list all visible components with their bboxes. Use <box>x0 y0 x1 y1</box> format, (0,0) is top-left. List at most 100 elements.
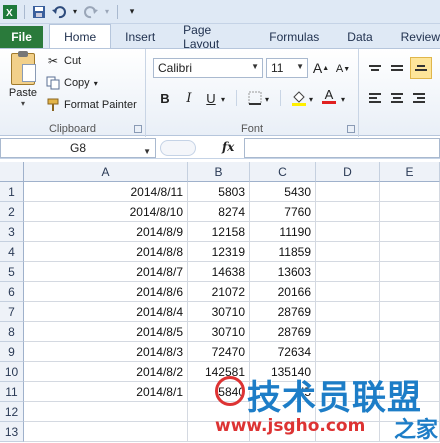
font-color-dropdown-icon[interactable]: ▾ <box>338 90 348 108</box>
cell-e[interactable] <box>380 322 440 342</box>
cell-a[interactable]: 2014/8/1 <box>24 382 188 402</box>
borders-dropdown-icon[interactable]: ▾ <box>262 90 272 108</box>
cell-d[interactable] <box>316 202 380 222</box>
cell-c[interactable]: 11190 <box>250 222 316 242</box>
cell-c[interactable]: 20166 <box>250 282 316 302</box>
align-right-button[interactable] <box>410 89 428 107</box>
column-header-a[interactable]: A <box>24 162 188 182</box>
cell-b[interactable]: 5803 <box>188 182 250 202</box>
cell-a[interactable]: 2014/8/3 <box>24 342 188 362</box>
cell-c[interactable]: 5430 <box>250 182 316 202</box>
cell-e[interactable] <box>380 422 440 442</box>
cell-d[interactable] <box>316 342 380 362</box>
row-header[interactable]: 3 <box>0 222 24 242</box>
cell-e[interactable] <box>380 302 440 322</box>
align-top-button[interactable] <box>366 59 384 77</box>
cell-e[interactable] <box>380 182 440 202</box>
cell-e[interactable] <box>380 282 440 302</box>
column-header-b[interactable]: B <box>188 162 250 182</box>
redo-icon[interactable] <box>83 4 99 20</box>
cell-b[interactable]: 72470 <box>188 342 250 362</box>
italic-button[interactable]: I <box>180 89 198 107</box>
cell-d[interactable] <box>316 322 380 342</box>
align-center-button[interactable] <box>388 89 406 107</box>
cell-c[interactable]: 135140 <box>250 362 316 382</box>
cell-b[interactable]: 12158 <box>188 222 250 242</box>
font-name-dropdown[interactable]: Calibri ▼ <box>153 58 263 78</box>
cell-d[interactable] <box>316 222 380 242</box>
copy-dropdown-icon[interactable]: ▾ <box>94 79 98 88</box>
row-header[interactable]: 2 <box>0 202 24 222</box>
cell-b[interactable]: 5840 <box>188 382 250 402</box>
cell-a[interactable]: 2014/8/7 <box>24 262 188 282</box>
customize-qat-icon[interactable]: ▾ <box>124 4 140 20</box>
shrink-font-button[interactable]: A ▼ <box>334 60 352 78</box>
row-header[interactable]: 10 <box>0 362 24 382</box>
tab-formulas[interactable]: Formulas <box>255 26 333 48</box>
tab-data[interactable]: Data <box>333 26 386 48</box>
cell-b[interactable]: 8274 <box>188 202 250 222</box>
redo-dropdown-icon[interactable]: ▾ <box>103 4 111 20</box>
cell-c[interactable] <box>250 402 316 422</box>
font-size-dropdown[interactable]: 11 ▼ <box>266 58 308 78</box>
row-header[interactable]: 12 <box>0 402 24 422</box>
name-box[interactable]: G8 ▼ <box>0 138 156 158</box>
font-launcher-icon[interactable] <box>347 125 355 133</box>
cut-button[interactable]: ✂ Cut <box>46 54 81 68</box>
underline-dropdown-icon[interactable]: ▾ <box>218 90 228 108</box>
cell-c[interactable] <box>250 422 316 442</box>
cell-e[interactable] <box>380 262 440 282</box>
cell-e[interactable] <box>380 402 440 422</box>
cell-a[interactable] <box>24 422 188 442</box>
cell-d[interactable] <box>316 242 380 262</box>
cell-b[interactable]: 142581 <box>188 362 250 382</box>
cell-c[interactable]: 13603 <box>250 262 316 282</box>
cell-b[interactable]: 21072 <box>188 282 250 302</box>
cell-e[interactable] <box>380 202 440 222</box>
cell-d[interactable] <box>316 422 380 442</box>
column-header-c[interactable]: C <box>250 162 316 182</box>
cell-e[interactable] <box>380 242 440 262</box>
grow-font-button[interactable]: A ▲ <box>312 59 330 77</box>
row-header[interactable]: 6 <box>0 282 24 302</box>
tab-page-layout[interactable]: Page Layout <box>169 23 255 51</box>
cell-a[interactable]: 2014/8/5 <box>24 322 188 342</box>
cell-a[interactable] <box>24 402 188 422</box>
clipboard-launcher-icon[interactable] <box>134 125 142 133</box>
cell-b[interactable]: 14638 <box>188 262 250 282</box>
cell-d[interactable] <box>316 262 380 282</box>
font-color-button[interactable]: A <box>320 87 338 105</box>
undo-icon[interactable] <box>51 4 67 20</box>
cell-a[interactable]: 2014/8/8 <box>24 242 188 262</box>
tab-insert[interactable]: Insert <box>111 26 169 48</box>
align-middle-button[interactable] <box>388 59 406 77</box>
row-header[interactable]: 13 <box>0 422 24 442</box>
row-header[interactable]: 8 <box>0 322 24 342</box>
cell-d[interactable] <box>316 182 380 202</box>
column-header-e[interactable]: E <box>380 162 440 182</box>
paste-button[interactable]: Paste ▾ <box>6 51 40 108</box>
bold-button[interactable]: B <box>156 89 174 107</box>
cell-c[interactable]: 28769 <box>250 302 316 322</box>
row-header[interactable]: 1 <box>0 182 24 202</box>
cell-b[interactable]: 12319 <box>188 242 250 262</box>
formula-input[interactable] <box>244 138 440 158</box>
cell-a[interactable]: 2014/8/9 <box>24 222 188 242</box>
cell-a[interactable]: 2014/8/10 <box>24 202 188 222</box>
cell-c[interactable]: 55 <box>250 382 316 402</box>
cell-d[interactable] <box>316 302 380 322</box>
cell-d[interactable] <box>316 402 380 422</box>
cell-c[interactable]: 11859 <box>250 242 316 262</box>
row-header[interactable]: 4 <box>0 242 24 262</box>
paste-dropdown-icon[interactable]: ▾ <box>6 99 40 108</box>
tab-home[interactable]: Home <box>49 24 112 48</box>
cell-c[interactable]: 7760 <box>250 202 316 222</box>
fill-color-dropdown-icon[interactable]: ▾ <box>306 90 316 108</box>
cell-d[interactable] <box>316 282 380 302</box>
tab-review[interactable]: Review <box>387 26 440 48</box>
align-left-button[interactable] <box>366 89 384 107</box>
insert-function-button[interactable]: fx <box>222 140 234 154</box>
cell-b[interactable]: 30710 <box>188 322 250 342</box>
cell-e[interactable] <box>380 362 440 382</box>
format-painter-button[interactable]: Format Painter <box>46 98 137 112</box>
